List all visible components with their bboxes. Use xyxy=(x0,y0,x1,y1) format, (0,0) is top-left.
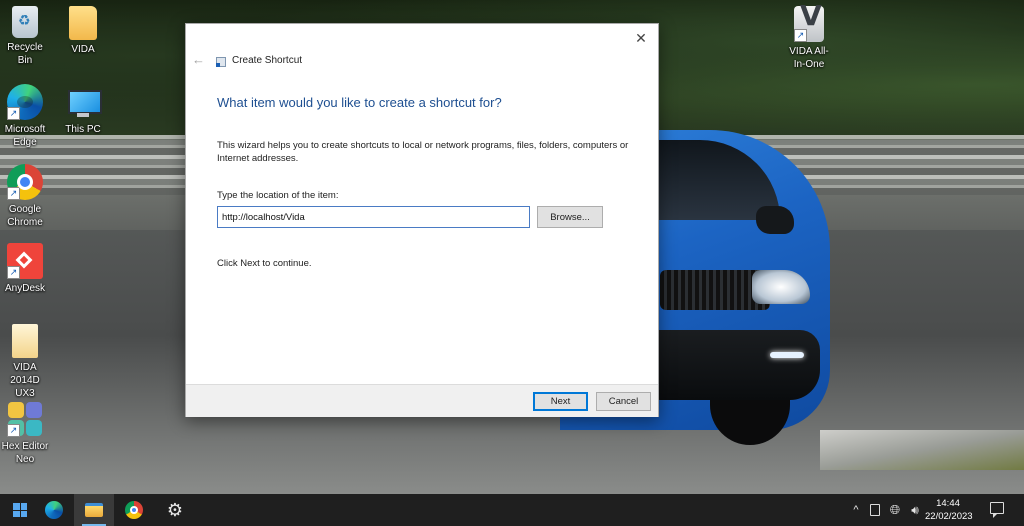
desktop-icon-label: Hex Editor Neo xyxy=(1,441,49,465)
chrome-icon: ↗ xyxy=(7,164,43,200)
taskbar-file-explorer[interactable] xyxy=(74,494,114,526)
windows-logo-icon xyxy=(13,503,27,517)
next-button[interactable]: Next xyxy=(533,392,588,411)
document-folder-icon xyxy=(12,324,38,358)
anydesk-icon: ↗ xyxy=(7,243,43,279)
cancel-button[interactable]: Cancel xyxy=(596,392,651,411)
back-arrow-icon[interactable]: ← xyxy=(192,52,205,67)
desktop-icon-label: VIDA 2014D UX3 xyxy=(10,362,40,399)
network-globe-icon[interactable]: 🌐︎ xyxy=(886,494,904,526)
shortcut-arrow-icon: ↗ xyxy=(7,266,20,279)
taskbar-edge[interactable] xyxy=(34,494,74,526)
desktop-icon-vida-folder[interactable]: VIDA xyxy=(58,6,108,56)
desktop-icon-label: Microsoft Edge xyxy=(4,124,46,148)
taskbar-settings[interactable]: ⚙ xyxy=(155,494,195,526)
taskbar-chrome[interactable] xyxy=(114,494,154,526)
desktop-icon-vida-all-in-one[interactable]: ↗ VIDA All-In-One xyxy=(784,6,834,71)
tray-app-icon[interactable] xyxy=(866,494,884,526)
computer-icon xyxy=(65,84,102,120)
wizard-heading: What item would you like to create a sho… xyxy=(217,95,502,110)
shortcut-arrow-icon: ↗ xyxy=(7,424,20,437)
recycle-bin-icon xyxy=(12,6,38,38)
clock-time: 14:44 xyxy=(936,498,960,509)
shortcut-arrow-icon: ↗ xyxy=(794,29,807,42)
file-explorer-icon xyxy=(85,503,103,517)
desktop-icon-label: Recycle Bin xyxy=(7,42,43,66)
chrome-icon xyxy=(125,501,143,519)
system-clock[interactable]: 14:44 22/02/2023 xyxy=(925,497,973,523)
tray-device-icon xyxy=(870,504,880,516)
hex-editor-icon: ↗ xyxy=(7,401,43,437)
edge-icon: ↗ xyxy=(7,84,43,120)
desktop-icon-this-pc[interactable]: This PC xyxy=(58,84,108,136)
create-shortcut-dialog: ✕ ← Create Shortcut What item would you … xyxy=(185,23,659,417)
desktop-icon-label: Google Chrome xyxy=(7,204,43,228)
desktop-icon-anydesk[interactable]: ↗ AnyDesk xyxy=(0,243,50,295)
dialog-footer: Next Cancel xyxy=(186,384,658,417)
desktop-icon-hex-editor[interactable]: ↗ Hex Editor Neo xyxy=(0,401,50,466)
desktop-icon-chrome[interactable]: ↗ Google Chrome xyxy=(0,164,50,229)
shortcut-wizard-icon xyxy=(216,57,226,67)
volume-icon[interactable]: 🔊︎ xyxy=(906,494,924,526)
wizard-description: This wizard helps you to create shortcut… xyxy=(217,140,629,164)
clock-date: 22/02/2023 xyxy=(925,511,973,522)
desktop-icon-label: VIDA xyxy=(71,44,95,55)
edge-icon xyxy=(45,501,63,519)
tray-show-hidden-icons[interactable]: ^ xyxy=(848,494,864,526)
user-folder-icon xyxy=(69,6,97,40)
desktop-icon-label: VIDA All-In-One xyxy=(789,46,829,70)
vida-app-icon: ↗ xyxy=(794,6,824,42)
close-button[interactable]: ✕ xyxy=(630,28,652,48)
location-label: Type the location of the item: xyxy=(217,190,339,201)
taskbar: ⚙ ^ 🌐︎ 🔊︎ 14:44 22/02/2023 xyxy=(0,494,1024,526)
desktop-icon-edge[interactable]: ↗ Microsoft Edge xyxy=(0,84,50,149)
dialog-title: Create Shortcut xyxy=(232,55,303,66)
gear-icon: ⚙ xyxy=(166,500,184,520)
location-input[interactable] xyxy=(217,206,530,228)
wallpaper-curb xyxy=(820,430,1024,470)
notification-center-icon[interactable] xyxy=(990,502,1004,518)
shortcut-arrow-icon: ↗ xyxy=(7,187,20,200)
browse-button[interactable]: Browse... xyxy=(537,206,603,228)
desktop-icon-recycle-bin[interactable]: Recycle Bin xyxy=(0,6,50,67)
shortcut-arrow-icon: ↗ xyxy=(7,107,20,120)
desktop-icon-label: This PC xyxy=(65,124,101,135)
desktop-icon-vida-2014d[interactable]: VIDA 2014D UX3 xyxy=(0,324,50,400)
continue-instruction: Click Next to continue. xyxy=(217,258,312,269)
desktop-icon-label: AnyDesk xyxy=(4,283,45,294)
